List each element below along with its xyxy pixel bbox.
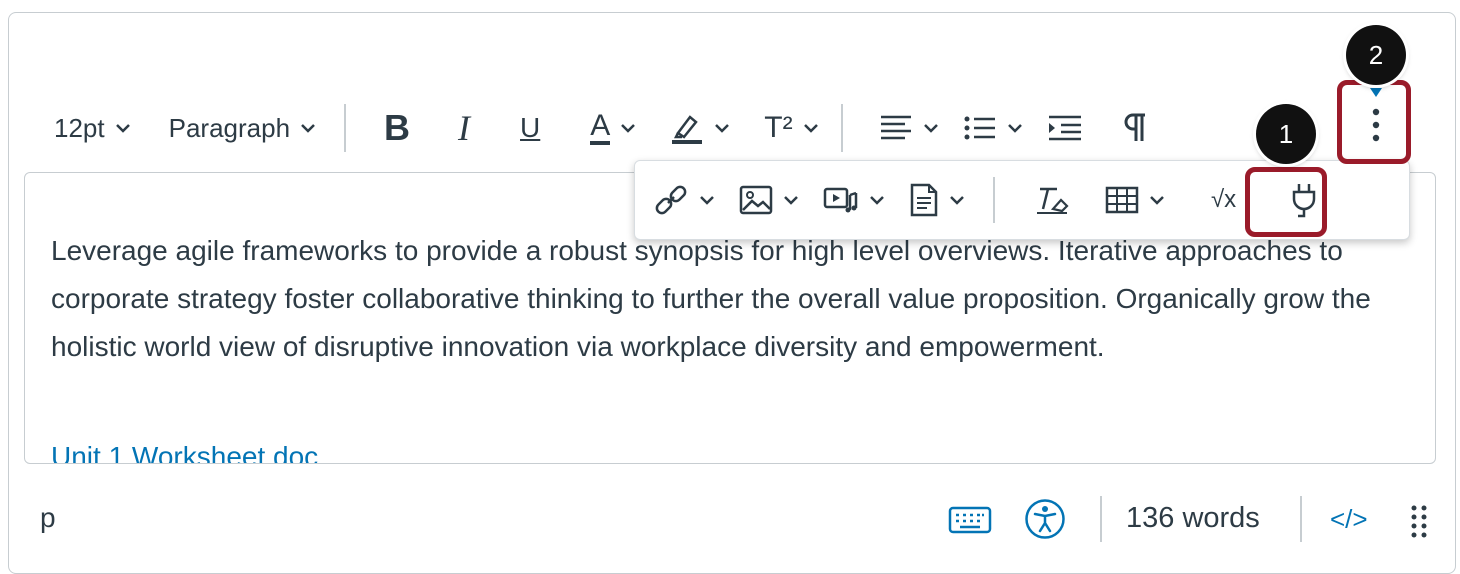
font-size-value: 12pt — [54, 112, 105, 143]
editor-status-bar: p 136 words </> — [0, 490, 1460, 550]
chevron-down-icon — [700, 196, 714, 205]
block-format-menu[interactable]: Paragraph — [169, 113, 316, 144]
chevron-down-icon — [950, 196, 964, 205]
highlight-color-menu[interactable] — [670, 111, 730, 145]
indent-button[interactable] — [1047, 114, 1083, 142]
toolbar-divider — [344, 104, 347, 152]
indent-icon — [1048, 115, 1081, 141]
chevron-down-icon — [923, 124, 938, 133]
chevron-down-icon — [115, 124, 130, 133]
clear-formatting-button[interactable] — [1035, 185, 1069, 215]
resize-handle[interactable] — [1410, 504, 1428, 543]
image-menu[interactable] — [739, 185, 799, 215]
document-icon — [910, 183, 938, 217]
status-divider — [1300, 496, 1302, 542]
bold-icon: B — [384, 107, 411, 148]
accessibility-checker-button[interactable] — [1024, 498, 1066, 545]
table-menu[interactable] — [1105, 186, 1165, 214]
equation-button-highlight — [1245, 167, 1327, 237]
chevron-down-icon — [1007, 124, 1022, 133]
link-icon — [655, 185, 687, 215]
block-format-value: Paragraph — [168, 112, 291, 143]
more-button-highlight — [1337, 80, 1411, 164]
bullet-list-icon — [964, 116, 995, 140]
image-icon — [739, 185, 773, 215]
editor-toolbar: 12pt Paragraph B I U A T² — [40, 96, 1147, 160]
worksheet-link[interactable]: Unit 1 Worksheet.doc — [51, 441, 318, 463]
superscript-menu[interactable]: T² — [764, 111, 818, 145]
align-left-icon — [880, 115, 911, 140]
element-path[interactable]: p — [40, 502, 56, 534]
table-icon — [1105, 186, 1139, 214]
equation-button[interactable]: √x — [1211, 186, 1236, 214]
italic-icon: I — [458, 108, 471, 148]
bold-button[interactable]: B — [384, 107, 410, 149]
popup-divider — [993, 177, 995, 223]
chevron-down-icon — [621, 124, 636, 133]
text-color-menu[interactable]: A — [590, 111, 636, 145]
text-direction-button[interactable] — [1123, 113, 1147, 143]
font-size-menu[interactable]: 12pt — [54, 113, 131, 144]
document-menu[interactable] — [909, 183, 965, 217]
chevron-down-icon — [715, 124, 730, 133]
media-menu[interactable] — [823, 185, 885, 215]
pilcrow-icon — [1124, 113, 1145, 141]
keyboard-shortcuts-button[interactable] — [948, 502, 992, 541]
callout-1: 1 — [1256, 104, 1316, 164]
highlighter-icon — [672, 115, 703, 144]
link-menu[interactable] — [653, 182, 715, 218]
chevron-down-icon — [301, 124, 315, 133]
equation-icon: √x — [1211, 186, 1237, 213]
chevron-down-icon — [870, 196, 884, 205]
italic-button[interactable]: I — [458, 107, 470, 149]
underline-button[interactable]: U — [520, 112, 540, 144]
text-color-icon: A — [590, 111, 611, 145]
html-editor-toggle[interactable]: </> — [1330, 504, 1368, 535]
word-count: 136 words — [1126, 502, 1260, 534]
underline-icon: U — [520, 112, 541, 143]
accessibility-icon — [1025, 499, 1065, 539]
superscript-icon: T² — [764, 111, 793, 144]
align-menu[interactable] — [879, 114, 939, 142]
status-divider — [1100, 496, 1102, 542]
clear-formatting-icon — [1037, 187, 1069, 214]
media-icon — [823, 187, 858, 213]
editor-paragraph: Leverage agile frameworks to provide a r… — [51, 235, 1371, 362]
chevron-down-icon — [784, 196, 798, 205]
keyboard-icon — [948, 506, 992, 534]
chevron-down-icon — [803, 124, 818, 133]
chevron-down-icon — [1150, 196, 1164, 205]
drag-handle-icon — [1411, 505, 1427, 538]
callout-2: 2 — [1346, 25, 1406, 85]
toolbar-divider — [840, 104, 843, 152]
list-menu[interactable] — [963, 114, 1023, 142]
